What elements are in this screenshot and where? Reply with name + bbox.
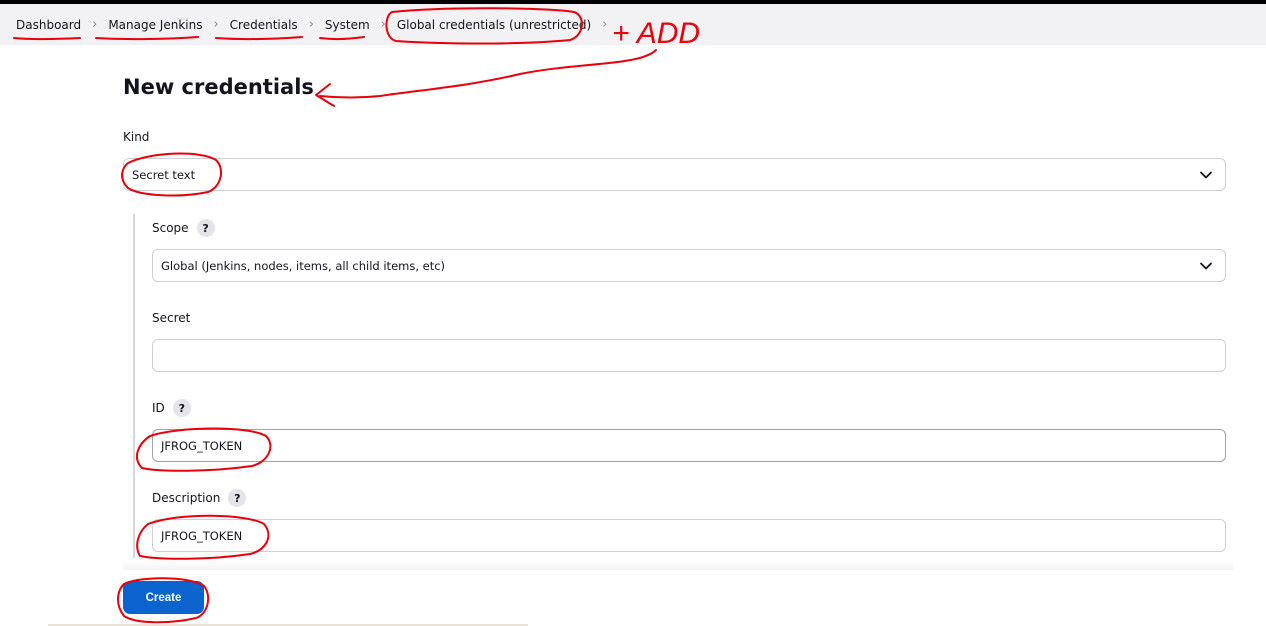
secret-label-text: Secret <box>152 311 191 325</box>
description-help-icon[interactable]: ? <box>228 489 247 507</box>
description-input[interactable]: JFROG_TOKEN <box>152 519 1226 552</box>
scope-help-icon[interactable]: ? <box>196 219 215 237</box>
chevron-right-icon: › <box>308 17 314 32</box>
page-title: New credentials <box>123 75 314 99</box>
breadcrumb-dashboard[interactable]: Dashboard <box>16 18 81 32</box>
description-input-value: JFROG_TOKEN <box>161 528 243 543</box>
id-input-value: JFROG_TOKEN <box>161 438 243 453</box>
kind-label: Kind <box>123 130 149 144</box>
scope-select-value: Global (Jenkins, nodes, items, all child… <box>161 258 446 273</box>
breadcrumb-system[interactable]: System <box>325 18 370 32</box>
id-input[interactable]: JFROG_TOKEN <box>152 429 1226 462</box>
secret-input[interactable] <box>152 339 1226 372</box>
scope-select[interactable]: Global (Jenkins, nodes, items, all child… <box>152 249 1226 282</box>
create-button[interactable]: Create <box>123 581 204 614</box>
breadcrumb-manage-jenkins[interactable]: Manage Jenkins <box>108 18 202 32</box>
chevron-right-icon: › <box>602 17 608 32</box>
description-label-text: Description <box>152 491 221 505</box>
form-bottom-shadow <box>123 560 1233 570</box>
kind-select[interactable]: Secret text <box>123 158 1226 191</box>
arrow-head <box>315 83 335 107</box>
chevron-right-icon: › <box>380 17 386 32</box>
id-label-text: ID <box>152 401 165 415</box>
scope-label: Scope ? <box>152 219 215 237</box>
breadcrumb-global-credentials[interactable]: Global credentials (unrestricted) <box>397 18 591 32</box>
id-help-icon[interactable]: ? <box>172 399 191 417</box>
chevron-down-icon <box>1200 262 1212 270</box>
arrow-to-title <box>319 49 657 99</box>
chevron-down-icon <box>1200 171 1212 179</box>
chevron-right-icon: › <box>92 17 98 32</box>
kind-label-text: Kind <box>123 130 150 144</box>
secret-label: Secret <box>152 311 190 325</box>
breadcrumb: Dashboard › Manage Jenkins › Credentials… <box>0 4 1266 45</box>
breadcrumb-credentials[interactable]: Credentials <box>230 18 298 32</box>
nested-section-border <box>133 214 135 558</box>
kind-select-value: Secret text <box>132 167 196 182</box>
chevron-right-icon: › <box>213 17 219 32</box>
id-label: ID ? <box>152 399 191 417</box>
scope-label-text: Scope <box>152 221 189 235</box>
description-label: Description ? <box>152 489 247 507</box>
